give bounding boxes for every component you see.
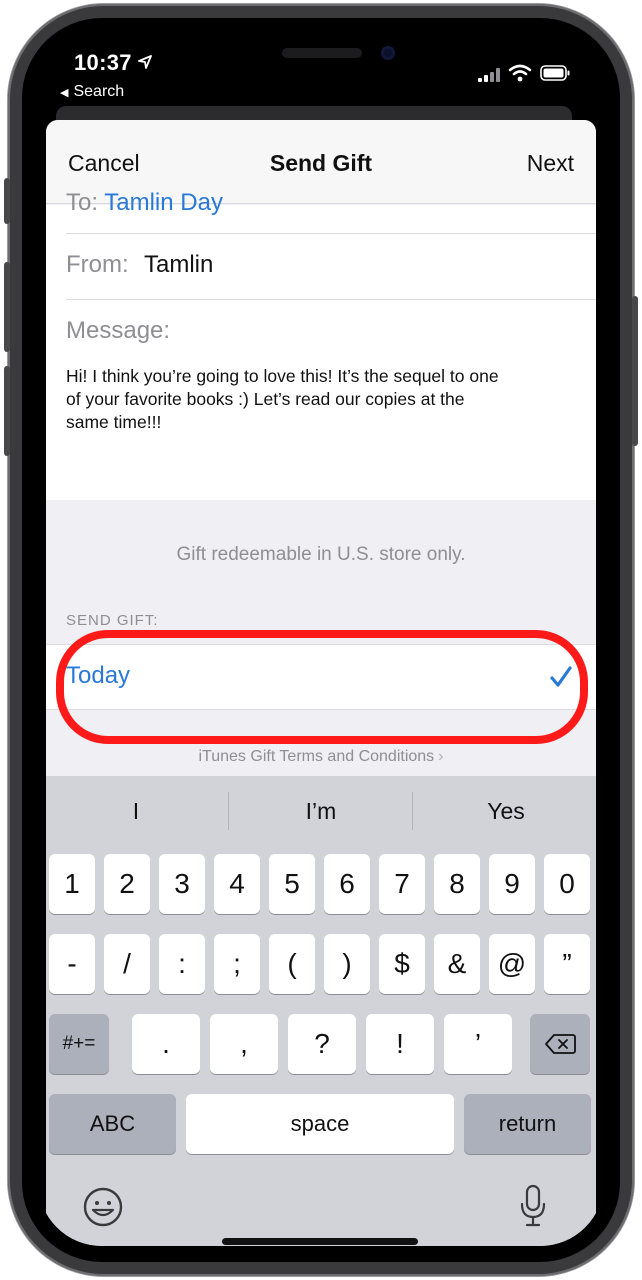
key[interactable]: / — [104, 934, 150, 994]
power-button — [632, 296, 638, 446]
backspace-icon — [545, 1034, 576, 1054]
mute-switch — [4, 178, 10, 224]
prediction-divider — [228, 792, 229, 830]
key[interactable]: 3 — [159, 854, 205, 914]
signal-icon — [478, 68, 500, 82]
return-key[interactable]: return — [464, 1094, 591, 1154]
key[interactable]: . — [132, 1014, 200, 1074]
gift-form: To: Tamlin Day From: Tamlin Message: Hi!… — [46, 189, 596, 500]
key[interactable]: 4 — [214, 854, 260, 914]
microphone-icon[interactable] — [520, 1184, 546, 1228]
row-divider — [66, 299, 596, 300]
terms-link[interactable]: iTunes Gift Terms and Conditions › — [46, 748, 596, 766]
key[interactable]: & — [434, 934, 480, 994]
key[interactable]: 9 — [489, 854, 535, 914]
to-value: Tamlin Day — [104, 189, 223, 216]
backspace-key[interactable] — [530, 1014, 590, 1074]
screen: 10:37 ◀Search Send Gift Cancel Next To: — [38, 34, 604, 1246]
gift-region-note: Gift redeemable in U.S. store only. — [176, 544, 466, 565]
symbols-toggle-key[interactable]: #+= — [49, 1014, 109, 1074]
message-textarea[interactable]: Hi! I think you’re going to love this! I… — [66, 365, 576, 434]
speaker-grille — [282, 48, 362, 58]
send-today-option[interactable]: Today — [46, 644, 596, 710]
send-gift-sheet: Send Gift Cancel Next To: Tamlin Day Fro… — [46, 120, 596, 1246]
key[interactable]: ? — [288, 1014, 356, 1074]
battery-icon — [540, 65, 570, 81]
abc-label: ABC — [89, 1111, 136, 1136]
from-field[interactable]: Tamlin — [144, 251, 213, 279]
next-button[interactable]: Next — [527, 150, 574, 177]
front-camera — [381, 46, 395, 60]
prediction-option[interactable]: I’m — [231, 798, 411, 825]
key[interactable]: 2 — [104, 854, 150, 914]
terms-label: iTunes Gift Terms and Conditions — [198, 748, 435, 765]
key[interactable]: 0 — [544, 854, 590, 914]
home-indicator[interactable] — [222, 1238, 418, 1245]
checkmark-icon — [550, 666, 572, 687]
numeric-keyboard: I I’m Yes 1 2 3 4 5 6 7 8 9 0 - / : ; ( … — [46, 776, 596, 1246]
key[interactable]: 5 — [269, 854, 315, 914]
key[interactable]: ! — [366, 1014, 434, 1074]
key[interactable]: , — [210, 1014, 278, 1074]
back-to-search-link[interactable]: ◀ Search — [60, 83, 124, 101]
back-triangle-icon: ◀ — [60, 87, 69, 99]
location-arrow-icon — [138, 55, 152, 69]
send-gift-header: SEND GIFT: — [66, 612, 159, 629]
key[interactable]: ; — [214, 934, 260, 994]
key[interactable]: ” — [544, 934, 590, 994]
key[interactable]: 6 — [324, 854, 370, 914]
emoji-icon[interactable] — [82, 1186, 124, 1228]
message-line: Hi! I think you’re going to love this! I… — [66, 366, 499, 386]
volume-down-button — [4, 366, 10, 456]
key[interactable]: ) — [324, 934, 370, 994]
volume-up-button — [4, 262, 10, 352]
chevron-right-icon: › — [438, 748, 444, 765]
key[interactable]: 8 — [434, 854, 480, 914]
prediction-option[interactable]: Yes — [416, 798, 596, 825]
to-label: To: — [66, 189, 99, 216]
key[interactable]: $ — [379, 934, 425, 994]
key[interactable]: @ — [489, 934, 535, 994]
message-label: Message: — [66, 317, 171, 344]
space-label: space — [290, 1111, 350, 1136]
prediction-option[interactable]: I — [46, 798, 226, 825]
prediction-bar: I I’m Yes — [46, 776, 596, 848]
today-label: Today — [66, 662, 131, 689]
from-label: From: — [66, 251, 129, 278]
keyboard-bottom-bar — [46, 1176, 596, 1246]
key[interactable]: 7 — [379, 854, 425, 914]
back-app-label: Search — [73, 83, 125, 100]
key[interactable]: - — [49, 934, 95, 994]
message-line: same time!!! — [66, 412, 162, 432]
row-divider — [66, 233, 596, 234]
return-label: return — [498, 1111, 557, 1136]
key[interactable]: ( — [269, 934, 315, 994]
message-line: of your favorite books :) Let’s read our… — [66, 389, 465, 409]
to-field[interactable]: To: Tamlin Day — [66, 189, 223, 217]
key[interactable]: 1 — [49, 854, 95, 914]
cancel-button[interactable]: Cancel — [68, 150, 140, 177]
wifi-icon — [508, 64, 532, 82]
key[interactable]: : — [159, 934, 205, 994]
key[interactable]: ’ — [444, 1014, 512, 1074]
abc-key[interactable]: ABC — [49, 1094, 176, 1154]
prediction-divider — [412, 792, 413, 830]
status-time: 10:37 — [74, 50, 132, 75]
space-key[interactable]: space — [186, 1094, 454, 1154]
symbols-toggle-label: #+= — [62, 1033, 96, 1054]
